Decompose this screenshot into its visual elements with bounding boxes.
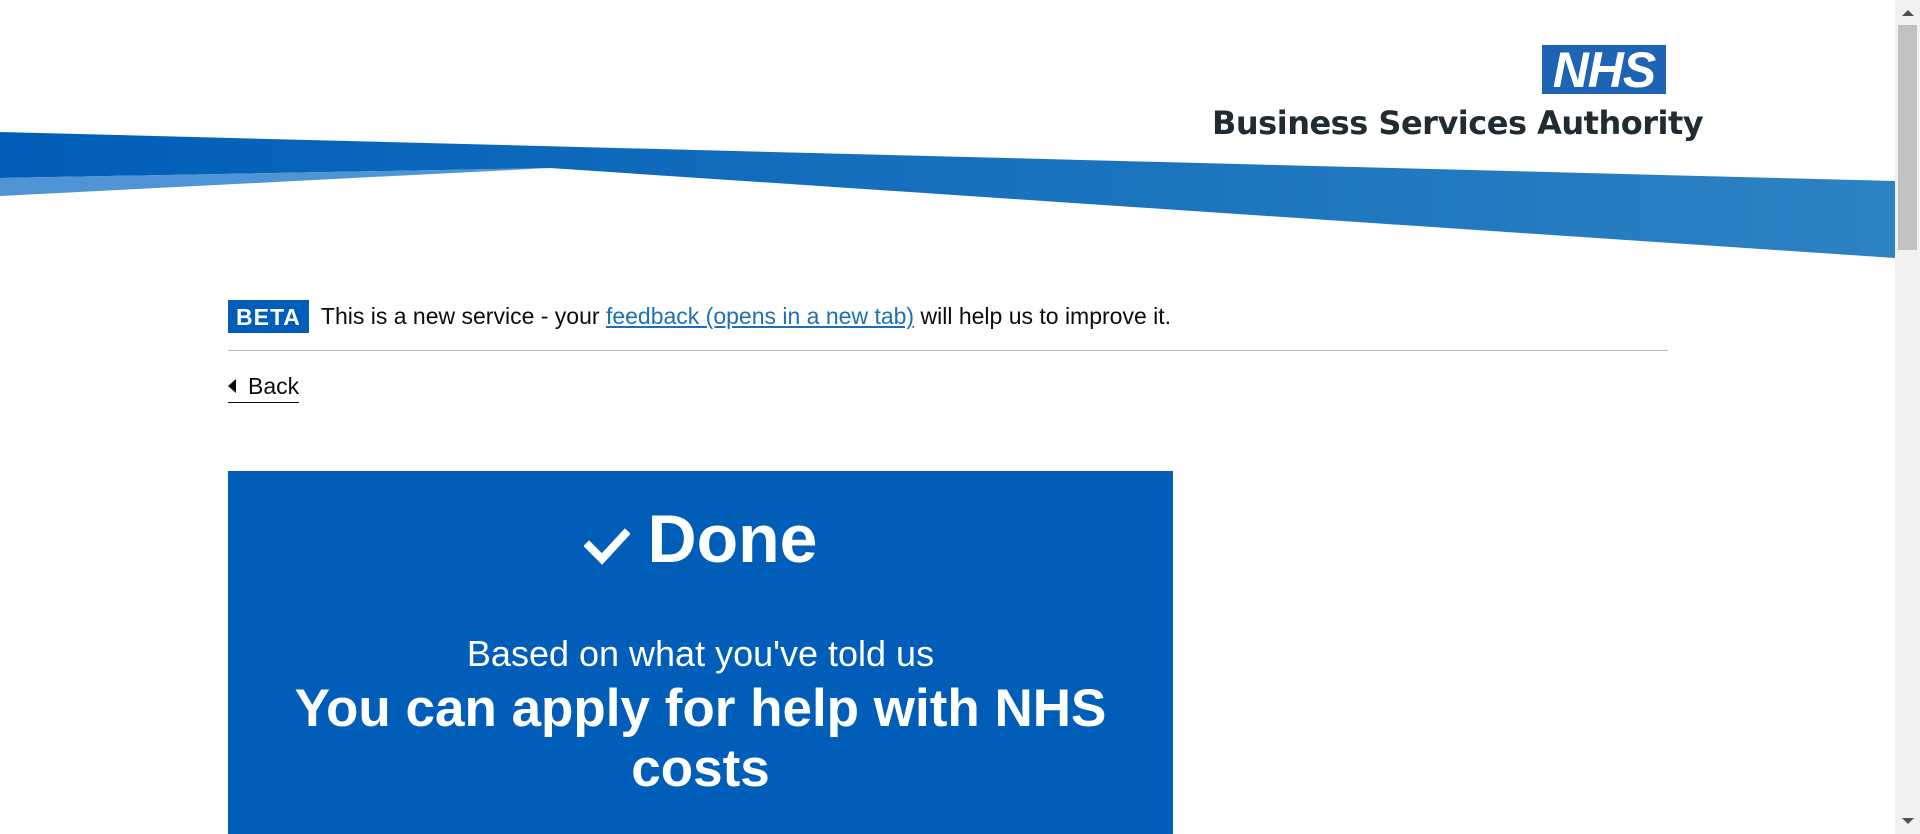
panel-heading: Done [228, 499, 1173, 579]
beta-tag: BETA [228, 300, 309, 333]
chevron-left-icon [228, 379, 236, 393]
back-link[interactable]: Back [228, 373, 300, 403]
scroll-up-arrow-icon[interactable] [1902, 10, 1914, 16]
phase-text-before: This is a new service - your [320, 303, 600, 329]
back-link-label: Back [248, 373, 300, 399]
phase-banner-text: This is a new service - your feedback (o… [321, 300, 1171, 333]
scrollbar-thumb[interactable] [1898, 25, 1917, 250]
feedback-link[interactable]: feedback (opens in a new tab) [606, 303, 914, 329]
checkmark-icon [583, 528, 630, 565]
phase-banner: BETA This is a new service - your feedba… [228, 300, 1668, 351]
vertical-scrollbar[interactable] [1895, 0, 1920, 834]
scroll-down-arrow-icon[interactable] [1902, 818, 1914, 824]
panel-result: You can apply for help with NHS costs [294, 679, 1107, 798]
panel-title: Done [647, 501, 818, 577]
confirmation-panel: Done Based on what you've told us You ca… [228, 471, 1173, 834]
organisation-name: Business Services Authority [1212, 104, 1704, 142]
phase-text-after: will help us to improve it. [920, 303, 1172, 329]
panel-subtitle: Based on what you've told us [466, 633, 935, 674]
page: NHS Business Services Authority BETA Thi… [0, 0, 1895, 834]
nhs-logo[interactable]: NHS [1542, 45, 1666, 95]
